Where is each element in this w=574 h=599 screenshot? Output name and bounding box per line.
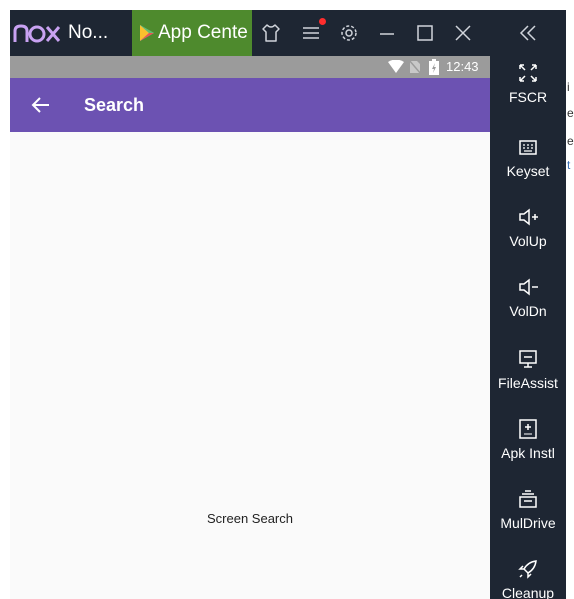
toolbar-muldrive-button[interactable]: MulDrive [490,488,566,558]
toolbar-keyset-label: Keyset [506,163,550,179]
background-window-edge: i e e t [566,56,574,599]
toolbar-volup-button[interactable]: VolUp [490,206,566,276]
background-text-fragment: i [567,80,570,94]
monitor-icon [517,348,539,370]
toolbar-apk-label: Apk Instl [501,445,555,461]
toolbar-cleanup-label: Cleanup [501,585,555,599]
notification-dot [319,18,326,25]
volume-up-icon [517,206,539,228]
nox-side-toolbar: FSCR Keyset VolUp VolDn FileAssist Apk I… [490,10,566,599]
double-chevron-left-icon [519,25,536,41]
page-title: Search [84,95,145,115]
play-store-icon [140,25,154,41]
multi-drive-icon [517,488,539,510]
toolbar-fileassist-button[interactable]: FileAssist [490,348,566,418]
wifi-icon [388,60,404,73]
background-text-fragment: e [567,106,574,120]
settings-icon[interactable] [338,22,360,44]
maximize-icon[interactable] [414,22,436,44]
volume-down-icon [517,276,539,298]
close-icon[interactable] [452,22,474,44]
background-text-fragment: t [567,158,571,172]
toolbar-fileassist-label: FileAssist [498,375,558,391]
keyboard-icon [517,136,539,158]
arrow-left-icon[interactable] [30,94,52,116]
screen-label: Screen Search [207,511,293,526]
nox-logo-icon[interactable] [12,20,68,46]
toolbar-fscr-button[interactable]: FSCR [490,62,566,132]
app-bar: Search [10,78,490,132]
nox-title-bar: No... App Cente [10,10,490,56]
status-time: 12:43 [446,59,479,74]
toolbar-volup-label: VolUp [509,233,547,249]
toolbar-muldrive-label: MulDrive [500,515,556,531]
screen-content: Screen Search [10,132,490,599]
minimize-icon[interactable] [376,22,398,44]
toolbar-keyset-button[interactable]: Keyset [490,136,566,206]
menu-icon[interactable] [300,18,326,44]
collapse-toolbar-button[interactable] [490,10,566,56]
app-name: No... [68,22,109,43]
tab-app-center[interactable]: App Cente [132,10,252,56]
toolbar-voldn-button[interactable]: VolDn [490,276,566,346]
rocket-icon [517,558,539,580]
toolbar-apk-button[interactable]: Apk Instl [490,418,566,488]
tab-app-center-label: App Cente [158,22,248,43]
toolbar-voldn-label: VolDn [509,303,547,319]
background-text-fragment: e [567,134,574,148]
toolbar-fscr-label: FSCR [508,89,548,105]
no-sim-icon [409,60,421,74]
android-status-bar: 12:43 [10,56,490,78]
battery-icon [429,59,439,75]
apk-icon [517,418,539,440]
fullscreen-icon [517,62,539,84]
toolbar-cleanup-button[interactable]: Cleanup [490,558,566,599]
shirt-icon[interactable] [260,22,282,44]
